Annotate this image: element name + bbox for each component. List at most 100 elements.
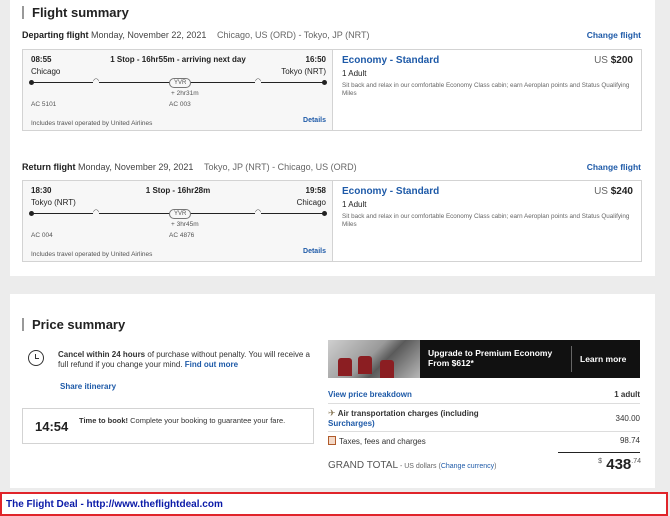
flight-number-2: AC 003 xyxy=(169,101,191,108)
departing-price: US $200 xyxy=(594,55,633,66)
banner-divider xyxy=(571,346,572,372)
taxes-label: Taxes, fees and charges xyxy=(339,437,426,446)
departing-fare: Economy - Standard US $200 1 Adult Sit b… xyxy=(334,50,641,130)
flight-number-1: AC 004 xyxy=(31,232,53,239)
grand-total-symbol: $ xyxy=(598,458,603,465)
departing-flight-box: 08:55 1 Stop - 16hr55m - arriving next d… xyxy=(22,49,642,131)
layover-duration: + 2hr31m xyxy=(171,90,199,97)
find-out-more-link[interactable]: Find out more xyxy=(185,360,238,369)
upgrade-line-1: Upgrade to Premium Economy xyxy=(428,348,553,358)
change-currency-link[interactable]: Change currency xyxy=(441,463,494,470)
price-summary-title: Price summary xyxy=(22,318,125,331)
origin-dot xyxy=(29,80,34,85)
flight-number-1: AC 5101 xyxy=(31,101,57,108)
departing-details-link[interactable]: Details xyxy=(303,117,326,124)
departing-itinerary: 08:55 1 Stop - 16hr55m - arriving next d… xyxy=(23,50,333,130)
cancel-bold: Cancel within 24 hours xyxy=(58,350,146,359)
booking-timer-box: 14:54 Time to book! Complete your bookin… xyxy=(22,408,314,444)
seat-graphic xyxy=(338,358,352,376)
return-date: Monday, November 29, 2021 xyxy=(78,162,194,172)
wifi-icon: ◠ xyxy=(93,208,100,216)
return-cabin: Economy - Standard xyxy=(342,186,440,197)
passenger-count: 1 adult xyxy=(614,390,640,399)
change-departing-flight-link[interactable]: Change flight xyxy=(587,30,641,40)
countdown-timer: 14:54 xyxy=(35,419,69,434)
departing-route: Chicago, US (ORD) - Tokyo, JP (NRT) xyxy=(216,30,370,40)
time-bold: Time to book! xyxy=(79,416,129,425)
flight-summary-title: Flight summary xyxy=(22,6,129,19)
connection-airport-badge: YVR xyxy=(169,209,192,219)
return-price: US $240 xyxy=(594,186,633,197)
departing-arr-time: 16:50 xyxy=(305,55,326,64)
change-return-flight-link[interactable]: Change flight xyxy=(587,162,641,172)
departing-destination: Tokyo (NRT) xyxy=(281,67,326,76)
grand-total-value: $ 438.74 xyxy=(598,456,641,473)
timer-message: Time to book! Complete your booking to g… xyxy=(79,416,299,425)
return-passengers: 1 Adult xyxy=(342,200,367,209)
flight-deal-footer: The Flight Deal - http://www.theflightde… xyxy=(0,492,668,516)
clock-icon xyxy=(28,350,44,366)
return-price-value: $240 xyxy=(610,186,633,197)
price-breakdown-row: View price breakdown 1 adult xyxy=(328,390,640,399)
origin-dot xyxy=(29,211,34,216)
view-price-breakdown-link[interactable]: View price breakdown xyxy=(328,390,412,399)
return-destination: Chicago xyxy=(296,198,326,207)
divider xyxy=(328,403,640,404)
grand-total-sub: - US dollars ( xyxy=(398,463,441,470)
seat-graphic xyxy=(358,356,372,374)
wifi-icon: ◠ xyxy=(93,77,100,85)
flight-summary-card: Flight summary Departing flight Monday, … xyxy=(10,0,655,276)
departing-cabin-description: Sit back and relax in our comfortable Ec… xyxy=(342,82,630,97)
return-cabin-description: Sit back and relax in our comfortable Ec… xyxy=(342,213,630,228)
departing-currency: US xyxy=(594,55,608,66)
wifi-icon: ◠ xyxy=(255,208,262,216)
return-arr-time: 19:58 xyxy=(305,186,326,195)
destination-dot xyxy=(322,80,327,85)
flight-number-2: AC 4876 xyxy=(169,232,195,239)
departing-passengers: 1 Adult xyxy=(342,69,367,78)
upgrade-banner[interactable]: Upgrade to Premium Economy From $612* Le… xyxy=(328,340,640,378)
return-route: Tokyo, JP (NRT) - Chicago, US (ORD) xyxy=(203,162,357,172)
cabin-photo xyxy=(328,340,420,378)
destination-dot xyxy=(322,211,327,216)
price-summary-card: Price summary Cancel within 24 hours of … xyxy=(10,294,655,488)
departing-price-value: $200 xyxy=(610,55,633,66)
return-label: Return flight xyxy=(22,162,76,172)
connection-airport-badge: YVR xyxy=(169,78,192,88)
return-flight-box: 18:30 1 Stop - 16hr28m 19:58 Tokyo (NRT)… xyxy=(22,180,642,262)
footer-text: The Flight Deal - http://www.theflightde… xyxy=(6,499,223,510)
time-text: Complete your booking to guarantee your … xyxy=(128,416,286,425)
share-itinerary-link[interactable]: Share itinerary xyxy=(60,382,116,391)
divider xyxy=(328,431,640,432)
departing-cabin: Economy - Standard xyxy=(342,55,440,66)
taxes-value: 98.74 xyxy=(619,436,640,445)
cancellation-policy: Cancel within 24 hours of purchase witho… xyxy=(58,350,314,370)
return-details-link[interactable]: Details xyxy=(303,248,326,255)
grand-total-text: GRAND TOTAL xyxy=(328,460,399,471)
grand-total-int: 438 xyxy=(606,456,632,473)
total-underline xyxy=(558,452,640,453)
return-itinerary: 18:30 1 Stop - 16hr28m 19:58 Tokyo (NRT)… xyxy=(23,181,333,261)
taxes-row: Taxes, fees and charges 98.74 xyxy=(328,436,640,446)
operated-by-note: Includes travel operated by United Airli… xyxy=(31,251,153,258)
return-fare: Economy - Standard US $240 1 Adult Sit b… xyxy=(334,181,641,261)
plane-icon: ✈ xyxy=(328,408,336,418)
return-origin: Tokyo (NRT) xyxy=(31,198,76,207)
learn-more-button[interactable]: Learn more xyxy=(580,354,626,364)
departing-date: Monday, November 22, 2021 xyxy=(91,30,207,40)
return-stops: 1 Stop - 16hr28m xyxy=(145,186,211,195)
air-charges-value: 340.00 xyxy=(615,414,640,423)
grand-total-cents: .74 xyxy=(631,458,641,465)
layover-duration: + 3hr45m xyxy=(171,221,199,228)
return-currency: US xyxy=(594,186,608,197)
receipt-icon xyxy=(328,436,336,445)
air-charges-label-2: Surcharges) xyxy=(328,419,375,428)
departing-flight-header: Departing flight Monday, November 22, 20… xyxy=(22,30,369,40)
departing-label: Departing flight xyxy=(22,30,89,40)
return-flight-header: Return flight Monday, November 29, 2021 … xyxy=(22,162,357,172)
upgrade-text: Upgrade to Premium Economy From $612* xyxy=(428,348,552,368)
air-charges-label: Air transportation charges (including xyxy=(337,409,479,418)
grand-total-label: GRAND TOTAL - US dollars (Change currenc… xyxy=(328,460,496,471)
operated-by-note: Includes travel operated by United Airli… xyxy=(31,120,153,127)
wifi-icon: ◠ xyxy=(255,77,262,85)
